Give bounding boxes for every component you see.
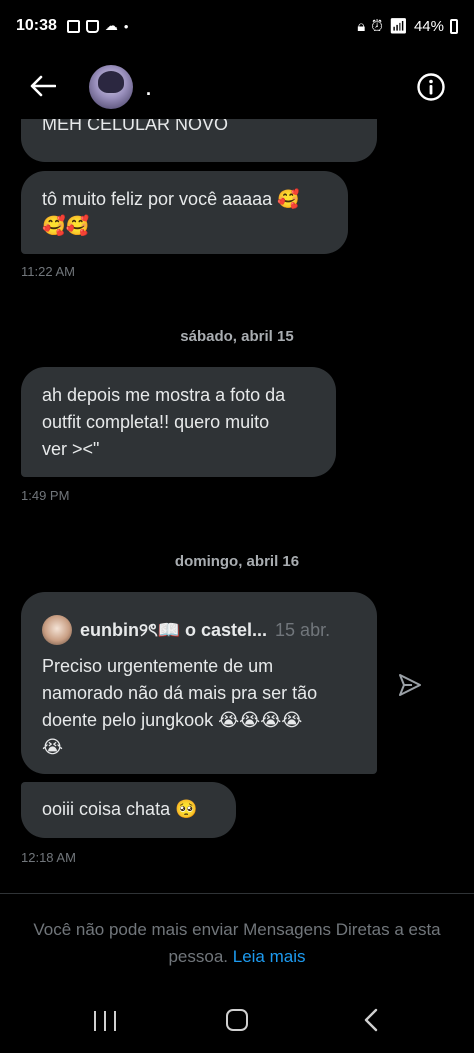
recent-apps-icon xyxy=(94,1011,96,1031)
quoted-post-header[interactable]: eunbin୨ৎ📖 o castel... 15 abr. xyxy=(42,615,356,645)
message-text-line: outfit completa!! quero muito xyxy=(42,412,270,432)
info-icon xyxy=(417,73,445,101)
recent-apps-button[interactable] xyxy=(94,1011,116,1031)
status-bar: 10:38 ☁ • 🔒︎ ⏰︎ 📶︎ 44% xyxy=(0,0,474,52)
message-timestamp: 1:49 PM xyxy=(21,488,70,503)
status-time: 10:38 xyxy=(16,17,57,34)
message-text-line: 🥰🥰 xyxy=(42,216,90,237)
dot-icon: • xyxy=(123,18,129,34)
home-button[interactable] xyxy=(226,1009,248,1031)
send-icon xyxy=(399,674,421,696)
info-button[interactable] xyxy=(416,72,446,102)
divider xyxy=(0,893,474,894)
day-separator: domingo, abril 16 xyxy=(174,553,300,570)
quoted-post-text: Preciso urgentemente de um namorado não … xyxy=(42,653,356,761)
learn-more-link[interactable]: Leia mais xyxy=(233,947,306,966)
message-text-line: ah depois me mostra a foto da xyxy=(42,385,286,405)
avatar[interactable] xyxy=(89,65,133,109)
back-button[interactable] xyxy=(28,71,58,101)
wifi-icon: 📶︎ xyxy=(388,18,408,35)
quoted-text-line: Preciso urgentemente de um xyxy=(42,656,274,676)
quoted-text-line: namorado não dá mais pra ser tão xyxy=(42,683,318,703)
contact-name[interactable]: . xyxy=(146,79,151,100)
message-bubble[interactable]: ah depois me mostra a foto da outfit com… xyxy=(21,367,336,477)
share-button[interactable] xyxy=(397,672,423,698)
quoted-text-line: doente pelo jungkook 😭😭😭😭 xyxy=(42,710,303,730)
battery-icon xyxy=(450,18,458,34)
cloud-icon: ☁ xyxy=(104,18,118,33)
gallery-icon xyxy=(66,19,80,33)
quoted-message-bubble[interactable]: eunbin୨ৎ📖 o castel... 15 abr. Preciso ur… xyxy=(21,592,377,774)
system-icons: 🔒︎ ⏰︎ 📶︎ 44% xyxy=(357,17,458,35)
quoted-author-avatar xyxy=(42,615,72,645)
day-separator: sábado, abril 15 xyxy=(180,328,294,345)
message-timestamp: 12:18 AM xyxy=(21,850,76,865)
alarm-icon: ⏰︎ xyxy=(371,17,383,35)
arrow-left-icon xyxy=(30,75,56,97)
message-bubble[interactable]: ooiii coisa chata 🥺 xyxy=(21,782,236,838)
quoted-text-line: 😭 xyxy=(42,737,64,757)
system-back-button[interactable] xyxy=(360,1008,384,1032)
recent-apps-icon-bar xyxy=(114,1011,116,1031)
message-text: ooiii coisa chata 🥺 xyxy=(42,799,198,819)
dm-restricted-notice: Você não pode mais enviar Mensagens Dire… xyxy=(24,916,450,970)
battery-level: 44% xyxy=(413,17,444,35)
message-bubble[interactable]: MEH CELULAR NOVO xyxy=(21,119,377,162)
lock-icon: 🔒︎ xyxy=(357,17,366,35)
quoted-author-name: eunbin୨ৎ📖 o castel... xyxy=(80,619,268,640)
message-text: tô muito feliz por você aaaaa 🥰 xyxy=(42,189,300,209)
conversation-header: . xyxy=(0,55,474,119)
message-bubble[interactable]: tô muito feliz por você aaaaa 🥰 🥰🥰 xyxy=(21,171,348,254)
message-text: MEH CELULAR NOVO xyxy=(42,119,229,134)
message-text-line: ver ><" xyxy=(42,439,100,459)
chevron-left-icon xyxy=(364,1008,378,1032)
system-nav-bar xyxy=(0,995,474,1053)
bag-icon xyxy=(85,19,99,33)
notification-icons: ☁ • xyxy=(66,18,129,34)
message-timestamp: 11:22 AM xyxy=(21,264,75,279)
quoted-post-date: 15 abr. xyxy=(275,619,331,640)
message-list[interactable]: MEH CELULAR NOVO tô muito feliz por você… xyxy=(0,119,474,893)
recent-apps-icon-bar xyxy=(104,1011,106,1031)
